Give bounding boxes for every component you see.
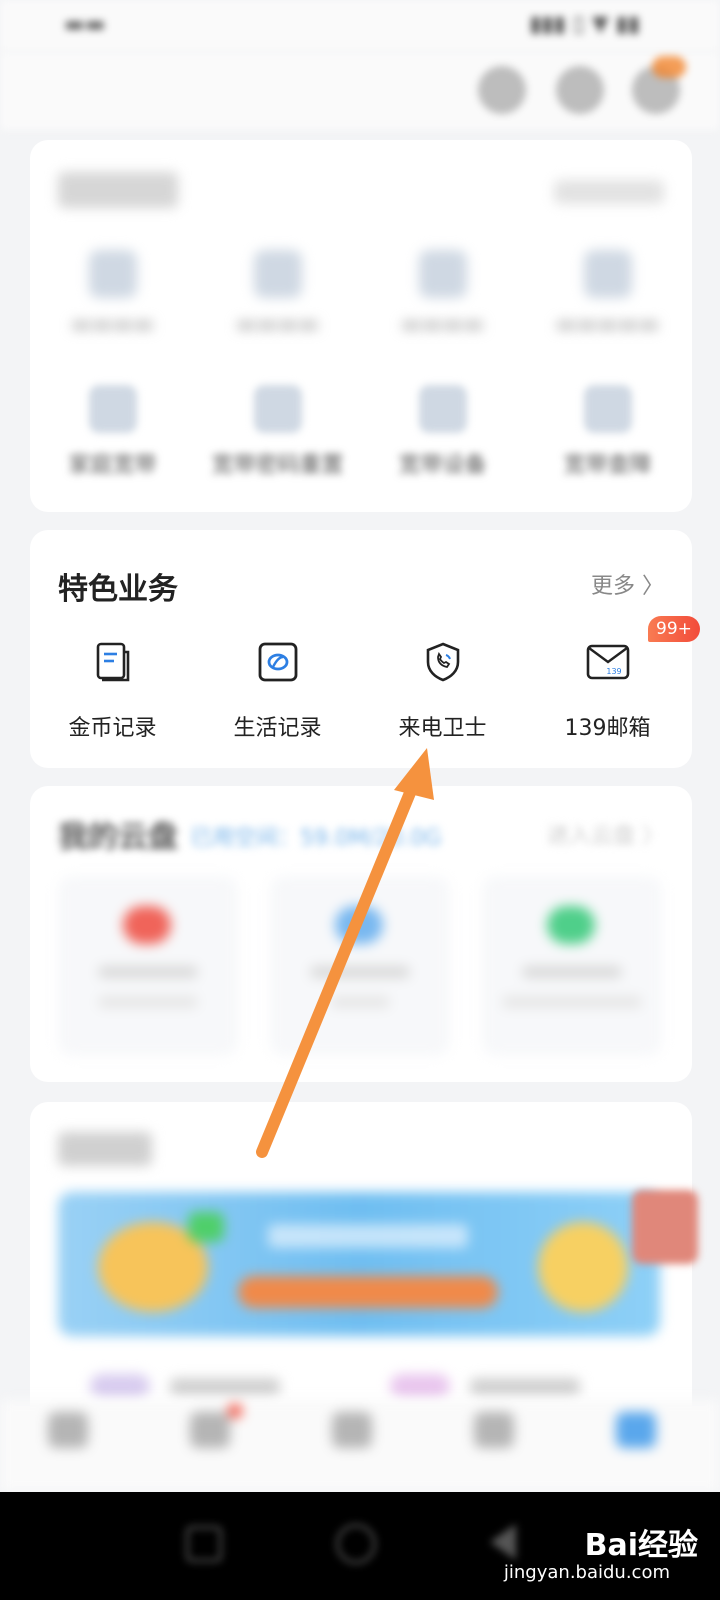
annotation-arrow bbox=[256, 748, 434, 1158]
